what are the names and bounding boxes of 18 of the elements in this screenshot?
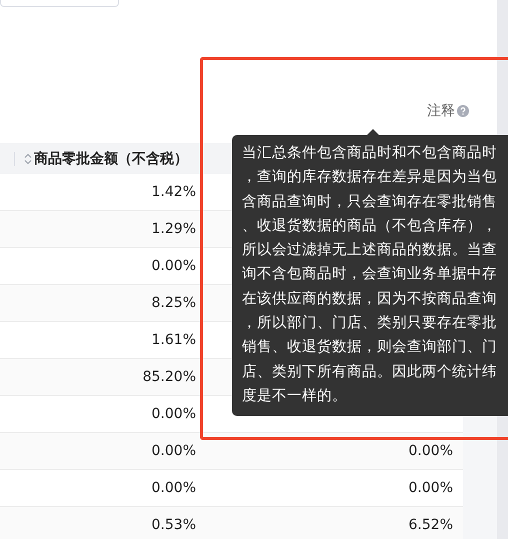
table-cell: 0.00%	[152, 480, 196, 496]
table-cell: 1.29%	[152, 221, 196, 237]
note-label: 注释	[427, 103, 455, 119]
tooltip-text: 当汇总条件包含商品时和不包含商品时，查询的库存数据存在差异是因为当包含商品查询时，只会查询存在零批销售、收退货数据的商品（不包含库存），所以会过滤掉无上述商品的数据。当查询不含包商品时，会查询业务单据中存在该供应商的数据，因为不按商品查询，所以部门、门店、类别只要存在零批销售、收退货数据，则会查询部门、门店、类别下所有商品。因此两个统计纬度是不一样的。	[242, 144, 498, 406]
help-icon[interactable]	[457, 105, 469, 117]
sort-icon[interactable]	[24, 152, 32, 164]
input-field[interactable]	[0, 0, 119, 7]
table-cell: 1.61%	[152, 332, 196, 348]
table-cell: 0.53%	[152, 517, 196, 533]
table-cell: 1.42%	[152, 184, 196, 200]
table-cell: 0.00%	[408, 443, 453, 459]
table-cell: 8.25%	[152, 295, 196, 311]
table-cell: 0.00%	[152, 406, 196, 422]
table-cell: 6.52%	[408, 517, 453, 533]
table-cell: 0.00%	[152, 258, 196, 274]
table-cell: 0.00%	[152, 443, 196, 459]
table-cell: 0.00%	[408, 480, 453, 496]
table-cell: 85.20%	[142, 369, 196, 385]
